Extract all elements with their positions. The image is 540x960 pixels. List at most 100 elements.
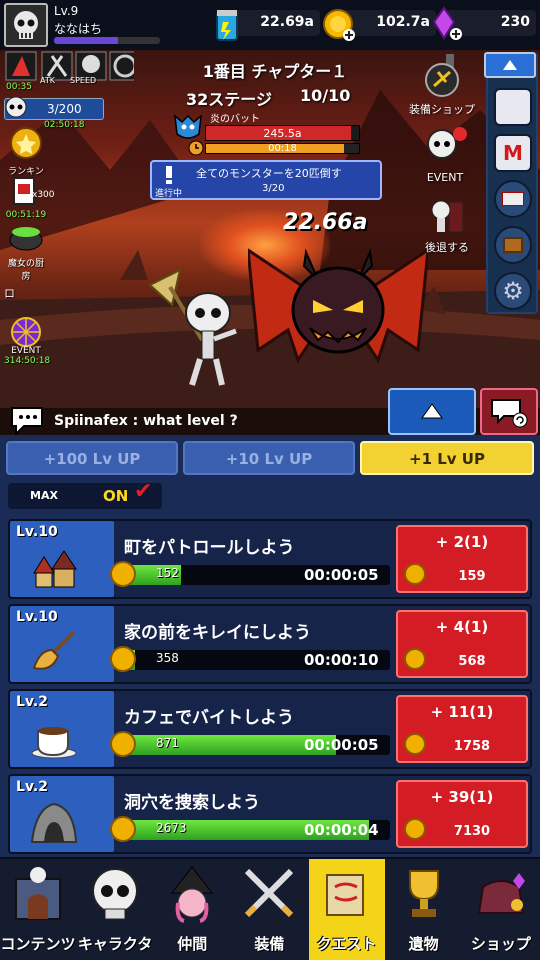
xp-bar-fill (54, 37, 118, 44)
calendar-icon[interactable] (494, 88, 532, 126)
quest-reward: + 11(1) (430, 703, 494, 721)
nav-item-treasure-bag[interactable]: ショップ (463, 859, 539, 960)
clock-icon (188, 140, 204, 156)
max-label: MAX (30, 489, 58, 502)
shop-sign-icon (425, 54, 459, 97)
quest-reward: + 4(1) (435, 618, 489, 636)
retreat-label: 後退する (425, 241, 469, 254)
mission-banner[interactable]: 進行中 全てのモンスターを20匹倒す 3/20 (150, 160, 382, 200)
gold-coin-icon[interactable] (322, 8, 356, 42)
max-toggle[interactable]: MAX ON ✔ (8, 479, 162, 509)
settings-gear-icon[interactable]: ⚙ (494, 272, 532, 310)
gold-coin-icon (110, 816, 136, 842)
potion-can-icon[interactable] (214, 6, 240, 42)
nav-item-witch[interactable]: 仲間 (154, 859, 230, 960)
atk-label: ATK (40, 76, 55, 85)
gold-coin-icon (110, 731, 136, 757)
cave-icon (30, 802, 78, 843)
coffee-cup-icon (31, 727, 77, 759)
event-timer: 314:50:18 (4, 356, 51, 366)
quest-income: 358 (156, 651, 179, 665)
nav-label: コンテンツ (0, 935, 76, 953)
quest-icon-box: Lv.10 (10, 521, 114, 597)
nav-label: 仲間 (177, 935, 208, 953)
event-button-right[interactable]: EVENT (412, 124, 478, 184)
chat-menu-button[interactable] (480, 388, 538, 435)
quest-level: Lv.2 (16, 779, 48, 795)
quest-upgrade-button[interactable]: + 39(1) 7130 (396, 780, 528, 848)
castle-gate-icon (15, 867, 61, 920)
level-up-10-button[interactable]: +10 Lv UP (183, 441, 355, 475)
checkmark-icon: ✔ (134, 479, 153, 504)
mission-progress: 3/20 (262, 183, 285, 194)
equip-shop-button[interactable]: 装備ショップ (404, 54, 480, 117)
village-houses-icon (33, 550, 77, 588)
quest-cost: 7130 (453, 824, 491, 839)
quest-level: Lv.10 (16, 609, 58, 625)
retreat-button[interactable]: 後退する (414, 196, 480, 255)
boss-name: 炎のバット (210, 114, 260, 125)
card-timer: 00:51:19 (5, 210, 47, 220)
quest-upgrade-button[interactable]: + 4(1) 568 (396, 610, 528, 678)
skull-small-icon (5, 96, 27, 118)
quest-income: 152 (156, 566, 179, 580)
player-level: Lv.9 (54, 4, 79, 18)
skull-counter-timer: 02:50:18 (44, 120, 85, 130)
speed-label: SPEED (70, 76, 97, 85)
purple-gem-icon[interactable] (430, 6, 464, 42)
triangle-up-icon (421, 403, 443, 419)
boost-icons (5, 51, 141, 81)
skull-counter-value: 3/200 (47, 102, 82, 116)
quest-upgrade-button[interactable]: + 2(1) 159 (396, 525, 528, 593)
player-avatar[interactable] (4, 3, 48, 47)
triangle-up-icon (503, 60, 517, 70)
xp-bar (54, 37, 160, 44)
skull-counter-button[interactable]: 3/200 (4, 96, 104, 120)
nav-item-trophy[interactable]: 遺物 (386, 859, 462, 960)
event-wheel-button[interactable]: EVENT 314:50:18 (4, 316, 51, 366)
level-up-1-button[interactable]: +1 Lv UP (360, 441, 534, 475)
equip-shop-label: 装備ショップ (409, 103, 475, 116)
quest-timer: 00:00:05 (304, 736, 379, 754)
nav-item-castle-gate[interactable]: コンテンツ (0, 859, 76, 960)
rogue-label: ロ (4, 287, 15, 300)
quest-cost: 1758 (453, 739, 491, 754)
witch-kitchen-button[interactable]: 魔女の厨房 (4, 220, 48, 282)
skull-icon (92, 868, 139, 920)
side-panel-collapse-button[interactable] (484, 52, 536, 78)
mission-state: 進行中 (155, 189, 183, 199)
crossed-swords-icon (245, 868, 294, 918)
stage-number: 32ステージ (186, 90, 272, 109)
chest-icon[interactable] (494, 226, 532, 264)
gold-coin-icon (110, 646, 136, 672)
exclamation-icon (166, 166, 172, 184)
nav-item-quest-scroll[interactable]: クエスト (308, 859, 385, 960)
quest-level: Lv.2 (16, 694, 48, 710)
mission-m-icon[interactable]: M (494, 134, 532, 172)
quest-timer: 00:00:05 (304, 566, 379, 584)
level-up-100-button[interactable]: +100 Lv UP (6, 441, 178, 475)
game-screen: { "player": {"level": "Lv.9", "name": "な… (0, 0, 540, 960)
panel-expand-button[interactable] (388, 388, 476, 435)
nav-label: ショップ (470, 935, 531, 953)
event-label-right: EVENT (426, 171, 464, 184)
gem-value: 230 (500, 14, 530, 30)
broom-icon (32, 630, 76, 670)
nav-label: クエスト (316, 935, 377, 953)
cauldron-icon (9, 227, 43, 251)
quest-level: Lv.10 (16, 524, 58, 540)
nav-item-crossed-swords[interactable]: 装備 (231, 859, 307, 960)
card-button[interactable]: x300 00:51:19 (4, 176, 55, 220)
nav-item-skull[interactable]: キャラクター (77, 859, 153, 960)
witch-kitchen-label: 魔女の厨房 (7, 259, 44, 282)
quest-cost: 568 (458, 654, 486, 669)
top-bar: Lv.9 ななはち 22.69a 102.7a 230 (0, 0, 540, 50)
gold-value: 102.7a (376, 14, 430, 30)
quest-row: Lv.2 洞穴を捜索しよう 2673 00:00:04 + 39(1) 7130 (8, 774, 532, 854)
boss-timer-bar: 00:18 (205, 143, 360, 154)
quest-upgrade-button[interactable]: + 11(1) 1758 (396, 695, 528, 763)
mail-icon[interactable] (494, 180, 532, 218)
nav-label: キャラクター (77, 935, 153, 960)
quest-title: 町をパトロールしよう (124, 538, 295, 558)
chat-bubble-icon (11, 407, 43, 435)
